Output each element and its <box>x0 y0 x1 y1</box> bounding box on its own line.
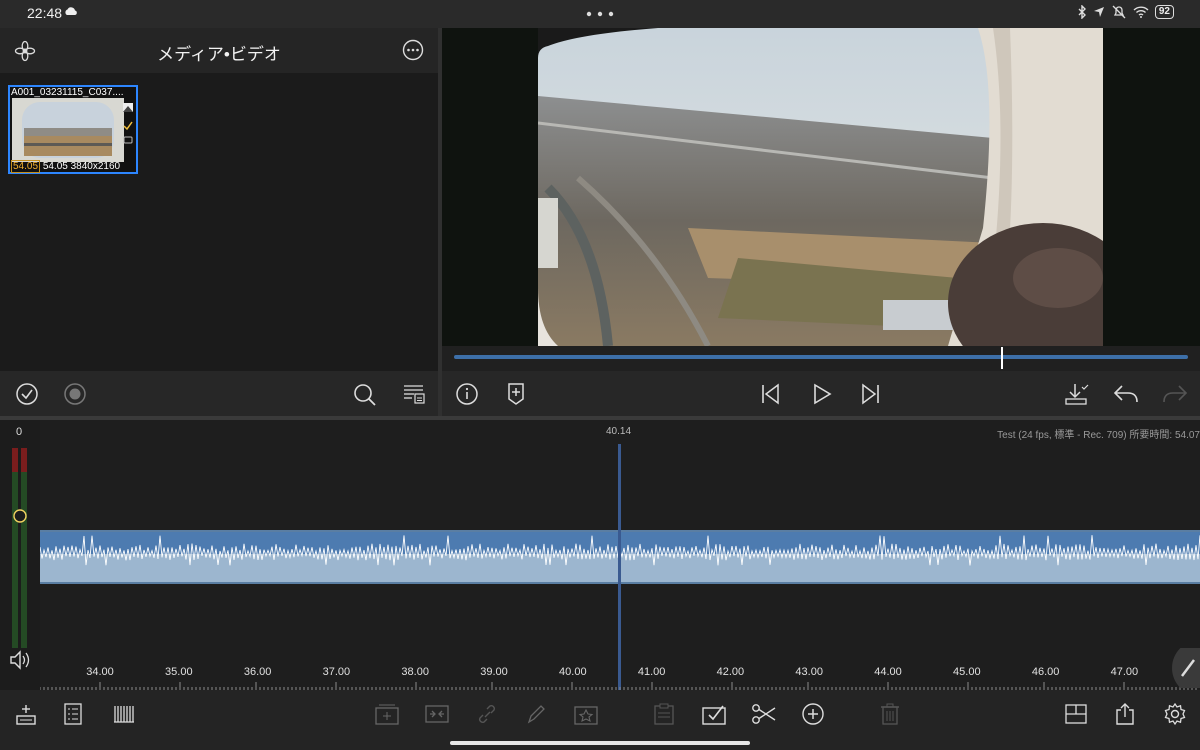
scrub-track[interactable] <box>454 355 1188 359</box>
ruler-label: 38.00 <box>401 666 429 678</box>
ruler-label: 45.00 <box>953 666 981 678</box>
insert-clip-icon[interactable] <box>374 702 400 726</box>
location-icon <box>1093 7 1104 17</box>
timeline-playhead[interactable] <box>618 444 621 690</box>
time-ruler[interactable]: 34.00 35.00 36.00 37.00 38.00 39.00 40.00 41.00… <box>40 660 1200 690</box>
ruler-label: 43.00 <box>795 666 823 678</box>
ruler-label: 34.00 <box>86 666 114 678</box>
scrub-bar[interactable] <box>442 346 1200 371</box>
ruler-label: 42.00 <box>716 666 745 678</box>
silent-icon <box>1112 5 1126 19</box>
cloud-icon <box>65 7 77 15</box>
playhead-time: 40.14 <box>606 426 632 437</box>
clip-status-icons <box>122 101 134 150</box>
video-frame <box>538 28 1103 346</box>
ruler-label: 41.00 <box>637 666 666 678</box>
trash-icon[interactable] <box>879 702 901 726</box>
record-icon[interactable] <box>63 382 87 406</box>
ruler-label: 35.00 <box>165 666 193 678</box>
ruler-label: 39.00 <box>480 666 508 678</box>
export-frame-icon[interactable] <box>1064 382 1090 406</box>
battery-indicator: 92 <box>1154 5 1174 19</box>
undo-icon[interactable] <box>1112 382 1140 406</box>
link-icon[interactable] <box>476 702 498 726</box>
meter-right-channel <box>21 448 27 648</box>
status-bar: 22:48 92 <box>0 0 1200 28</box>
meter-zero-label: 0 <box>16 426 23 438</box>
redo-icon[interactable] <box>1161 382 1189 406</box>
scissors-icon[interactable] <box>751 702 777 726</box>
more-options-icon[interactable] <box>402 39 424 61</box>
home-indicator[interactable] <box>450 741 750 745</box>
status-time: 22:48 <box>27 5 63 21</box>
status-icons: 92 <box>1077 5 1174 19</box>
ruler-label: 44.00 <box>874 666 902 678</box>
skip-forward-icon[interactable] <box>859 382 881 406</box>
add-marker-icon[interactable] <box>506 382 526 406</box>
paste-icon[interactable] <box>652 702 676 726</box>
meter-left-channel <box>12 448 18 648</box>
transport-controls <box>442 371 1200 416</box>
add-icon[interactable] <box>801 702 825 726</box>
play-icon[interactable] <box>812 382 832 406</box>
timeline-zoom-icon[interactable] <box>112 702 136 726</box>
clip-duration-badge: 54.05 <box>11 160 41 173</box>
select-check-icon[interactable] <box>15 382 39 406</box>
favorite-clip-icon[interactable] <box>573 702 599 726</box>
clip-details: 54.05 54.05 3840x2160 <box>11 160 121 173</box>
project-info: Test (24 fps, 標準 - Rec. 709) 所要時間: 54.07 <box>997 430 1200 441</box>
track-list-icon[interactable] <box>63 702 83 726</box>
scrub-playhead[interactable] <box>1001 347 1003 369</box>
edit-pencil-button[interactable] <box>1170 648 1200 688</box>
media-clip[interactable]: A001_03231115_C037.... 54.05 54.05 3840x… <box>8 85 138 174</box>
detach-audio-icon[interactable] <box>424 702 450 726</box>
bluetooth-icon <box>1078 5 1086 19</box>
ruler-label: 37.00 <box>322 666 351 678</box>
ruler-label: 36.00 <box>243 666 272 678</box>
clip-resolution: 54.05 3840x2160 <box>42 161 121 172</box>
select-clip-icon[interactable] <box>701 702 727 726</box>
multitasking-dots-icon[interactable] <box>586 11 614 17</box>
add-track-icon[interactable] <box>15 702 37 726</box>
ruler-label: 46.00 <box>1031 666 1060 678</box>
speaker-icon[interactable] <box>8 648 32 672</box>
media-toolbar <box>0 371 438 416</box>
list-view-icon[interactable] <box>402 382 426 406</box>
wifi-icon <box>1133 6 1149 18</box>
info-icon[interactable] <box>455 382 479 406</box>
layout-icon[interactable] <box>1064 702 1088 726</box>
ruler-label: 40.00 <box>559 666 587 678</box>
clip-thumbnail <box>12 98 124 162</box>
video-viewer[interactable] <box>442 28 1200 346</box>
clip-name: A001_03231115_C037.... <box>11 87 124 98</box>
media-browser-title[interactable]: メディア•ビデオ <box>0 40 438 65</box>
pencil-icon[interactable] <box>525 702 547 726</box>
ruler-label: 47.00 <box>1110 666 1139 678</box>
settings-gear-icon[interactable] <box>1163 702 1187 726</box>
audio-meter: 0 <box>0 420 40 690</box>
skip-back-icon[interactable] <box>760 382 782 406</box>
search-icon[interactable] <box>352 382 378 408</box>
volume-knob-icon[interactable] <box>12 508 28 524</box>
timeline[interactable]: 40.14 Test (24 fps, 標準 - Rec. 709) 所要時間:… <box>40 420 1200 690</box>
media-browser-header: メディア•ビデオ <box>0 28 438 73</box>
share-icon[interactable] <box>1114 702 1136 726</box>
